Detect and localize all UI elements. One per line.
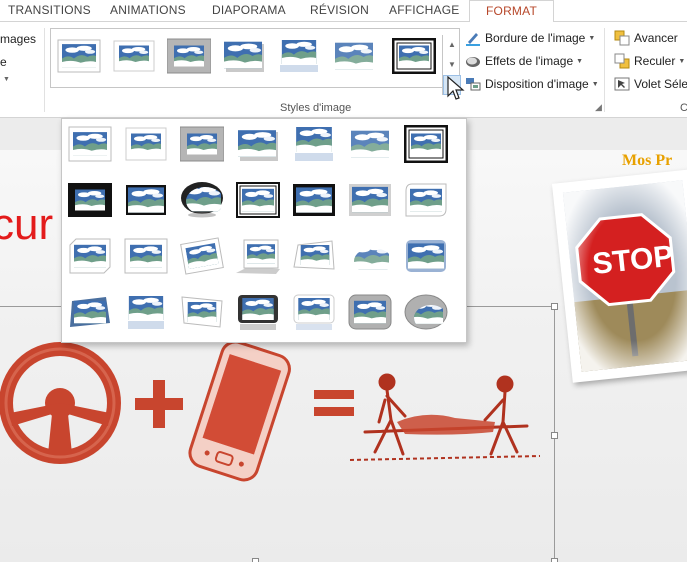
bring-forward-label: Avancer xyxy=(634,31,678,45)
group-label-picture-styles: Styles d'image xyxy=(280,102,352,114)
style-reflected-bevel-white[interactable] xyxy=(292,293,336,331)
chevron-down-icon: ▼ xyxy=(588,34,596,42)
picture-effects-label: Effets de l'image xyxy=(485,54,574,68)
style-drop-shadow-rectangle[interactable] xyxy=(236,125,280,163)
slide-title-text-cut[interactable]: cur xyxy=(0,200,53,250)
stop-sign-photo[interactable]: STOP xyxy=(551,169,687,383)
cut-off-command[interactable]: mages xyxy=(0,32,36,46)
chevron-down-icon: ▼ xyxy=(576,57,584,65)
gallery-scroll-up-icon[interactable]: ▲ xyxy=(443,35,461,55)
send-backward-button[interactable]: Reculer ▼ xyxy=(614,51,685,71)
bring-forward-icon xyxy=(614,30,630,46)
gallery-style-metal-frame[interactable] xyxy=(167,38,211,74)
chevron-down-icon[interactable]: ▼ xyxy=(3,76,10,83)
tab-affichage[interactable]: AFFICHAGE xyxy=(389,3,459,21)
resize-handle-bottom-right[interactable] xyxy=(551,558,558,562)
style-rounded-diagonal-corner-white[interactable] xyxy=(404,181,448,219)
tab-animations[interactable]: ANIMATIONS xyxy=(110,3,186,21)
style-perspective-shadow-white[interactable] xyxy=(236,237,280,275)
style-reflected-rounded-rectangle[interactable] xyxy=(292,125,336,163)
chevron-down-icon: ▼ xyxy=(678,57,686,65)
gallery-style-simple-frame-white[interactable] xyxy=(57,38,101,74)
mobile-phone-image[interactable] xyxy=(175,338,305,483)
style-simple-frame-white[interactable] xyxy=(68,125,112,163)
tab-format[interactable]: FORMAT xyxy=(469,0,554,23)
picture-border-button[interactable]: Bordure de l'image ▼ xyxy=(465,28,595,48)
picture-border-label: Bordure de l'image xyxy=(485,31,586,45)
mouse-cursor-icon xyxy=(447,76,465,100)
style-reflected-bevel-black[interactable] xyxy=(236,293,280,331)
picture-effects-button[interactable]: Effets de l'image ▼ xyxy=(465,51,583,71)
style-snip-diagonal-corner-white[interactable] xyxy=(68,237,112,275)
chevron-down-icon: ▼ xyxy=(591,80,599,88)
resize-handle-top-right[interactable] xyxy=(551,303,558,310)
style-soft-edge-rectangle[interactable] xyxy=(348,125,392,163)
style-center-shadow-rectangle[interactable] xyxy=(348,181,392,219)
resize-handle-bottom[interactable] xyxy=(252,558,259,562)
slide-subtitle-cut[interactable]: Mos Pr xyxy=(622,152,672,170)
dialog-launcher-icon[interactable]: ◢ xyxy=(595,102,602,113)
style-bevel-perspective[interactable] xyxy=(68,293,112,331)
cut-off-command-2[interactable]: e xyxy=(0,55,7,69)
tab-transitions[interactable]: TRANSITIONS xyxy=(8,3,91,21)
gallery-style-double-frame-black[interactable] xyxy=(392,38,436,74)
picture-layout-label: Disposition d'image xyxy=(485,77,589,91)
selection-pane-label: Volet Sélec xyxy=(634,77,687,91)
style-moderate-frame-black[interactable] xyxy=(292,181,336,219)
gallery-style-drop-shadow-rectangle[interactable] xyxy=(222,38,266,74)
style-bevel-rectangle[interactable] xyxy=(404,237,448,275)
style-double-frame-black[interactable] xyxy=(404,125,448,163)
selection-pane-icon xyxy=(614,77,630,91)
steering-wheel-image[interactable] xyxy=(0,338,130,468)
picture-styles-dropdown xyxy=(61,118,467,343)
style-relaxed-perspective-white[interactable] xyxy=(292,237,336,275)
style-metal-oval[interactable] xyxy=(404,293,448,331)
style-beveled-oval-black[interactable] xyxy=(180,181,224,219)
effects-icon xyxy=(466,57,480,67)
selection-pane-button[interactable]: Volet Sélec xyxy=(614,74,687,94)
send-backward-icon xyxy=(614,53,630,69)
style-moderate-frame-white[interactable] xyxy=(124,237,168,275)
style-beveled-matte-white[interactable] xyxy=(124,125,168,163)
pen-border-icon xyxy=(466,33,480,46)
gallery-style-beveled-matte-white[interactable] xyxy=(112,38,156,74)
style-compound-frame-black[interactable] xyxy=(236,181,280,219)
next-group-label-cut: C xyxy=(680,102,687,114)
bring-forward-button[interactable]: Avancer xyxy=(614,28,678,48)
resize-handle-right[interactable] xyxy=(551,432,558,439)
gallery-scroll-down-icon[interactable]: ▼ xyxy=(443,55,461,75)
picture-layout-icon xyxy=(466,78,481,91)
ribbon: mages e ▼ ▲ ▼ Styles d'image Bordure de … xyxy=(0,22,687,118)
stretcher-bearers-image[interactable] xyxy=(345,370,545,470)
gallery-style-soft-edge-rectangle[interactable] xyxy=(332,38,376,74)
style-thick-matte-black[interactable] xyxy=(68,181,112,219)
gallery-style-reflected-rounded-rectangle[interactable] xyxy=(277,38,321,74)
group-separator xyxy=(44,28,45,112)
style-simple-frame-black[interactable] xyxy=(124,181,168,219)
group-separator xyxy=(604,28,605,112)
style-rotated-white[interactable] xyxy=(180,237,224,275)
style-metal-frame[interactable] xyxy=(180,125,224,163)
picture-styles-gallery: ▲ ▼ ▼ xyxy=(50,28,461,95)
style-reflected-perspective-right[interactable] xyxy=(124,293,168,331)
picture-layout-button[interactable]: Disposition d'image ▼ xyxy=(465,74,599,94)
tab-diaporama[interactable]: DIAPORAMA xyxy=(212,3,286,21)
tab-revision[interactable]: RÉVISION xyxy=(310,3,369,21)
ribbon-tab-bar: TRANSITIONS ANIMATIONS DIAPORAMA RÉVISIO… xyxy=(0,0,687,23)
style-soft-edge-oval[interactable] xyxy=(348,237,392,275)
style-bevel-perspective-left-white[interactable] xyxy=(180,293,224,331)
send-backward-label: Reculer xyxy=(634,54,676,68)
style-metal-rounded-rectangle[interactable] xyxy=(348,293,392,331)
